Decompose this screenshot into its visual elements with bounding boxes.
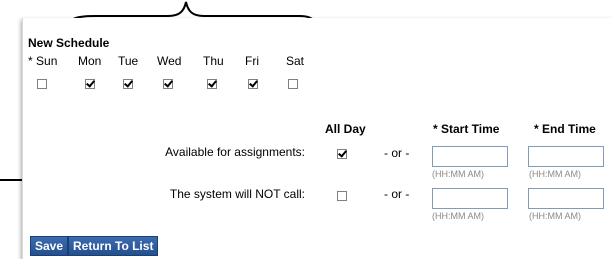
required-marker: * <box>28 54 33 68</box>
day-label-wed: Wed <box>157 54 182 68</box>
end-time-hint: (HH:MM AM) <box>529 169 581 179</box>
day-label-sat: Sat <box>286 54 305 68</box>
checkbox-sun[interactable] <box>37 79 47 89</box>
header-all-day: All Day <box>325 122 366 136</box>
section-title: New Schedule <box>28 36 110 50</box>
end-time-hint: (HH:MM AM) <box>529 211 581 221</box>
return-to-list-button[interactable]: Return To List <box>68 236 159 256</box>
all-day-checkbox-available[interactable] <box>337 149 347 159</box>
checkbox-mon[interactable] <box>85 79 95 89</box>
header-end-time: * End Time <box>534 122 596 136</box>
checkbox-wed[interactable] <box>163 79 173 89</box>
save-button[interactable]: Save <box>30 236 69 256</box>
start-time-hint: (HH:MM AM) <box>432 211 484 221</box>
end-time-input-available[interactable] <box>528 146 604 167</box>
checkbox-sat[interactable] <box>288 79 298 89</box>
checkbox-fri[interactable] <box>248 79 258 89</box>
end-time-input-not-call[interactable] <box>528 188 604 209</box>
or-separator: - or - <box>384 146 410 160</box>
start-time-input-available[interactable] <box>432 146 508 167</box>
start-time-input-not-call[interactable] <box>432 188 508 209</box>
start-time-hint: (HH:MM AM) <box>432 169 484 179</box>
day-label-tue: Tue <box>118 54 139 68</box>
schedule-panel <box>22 18 612 259</box>
day-label-sun: * Sun <box>28 54 58 68</box>
day-label-mon: Mon <box>78 54 102 68</box>
header-start-time: * Start Time <box>433 122 500 136</box>
day-label-thu: Thu <box>203 54 224 68</box>
checkbox-thu[interactable] <box>207 79 217 89</box>
checkbox-tue[interactable] <box>123 79 133 89</box>
row-label-available: Available for assignments: <box>165 145 305 159</box>
all-day-checkbox-not-call[interactable] <box>337 191 347 201</box>
or-separator: - or - <box>384 187 410 201</box>
day-label-fri: Fri <box>245 54 259 68</box>
row-label-not-call: The system will NOT call: <box>169 187 305 201</box>
